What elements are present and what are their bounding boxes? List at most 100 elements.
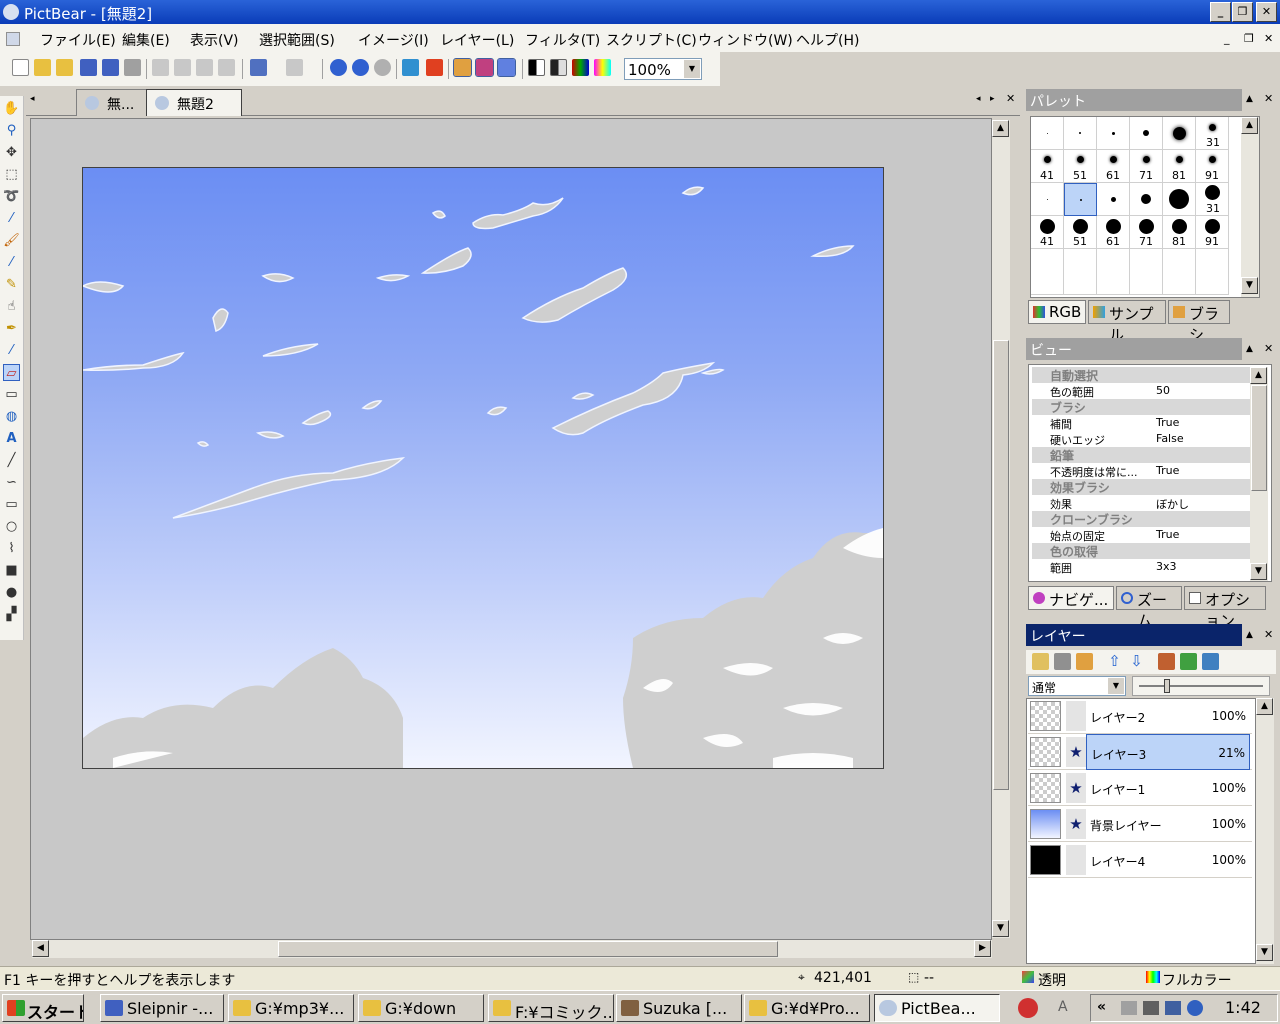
- cat-color-pick[interactable]: 色の取得: [1032, 543, 1250, 559]
- open-icon[interactable]: [34, 59, 51, 76]
- line-icon[interactable]: ╱: [3, 452, 20, 469]
- mdi-close-icon[interactable]: ✕: [1264, 32, 1273, 45]
- tab-close-icon[interactable]: ✕: [1006, 92, 1015, 105]
- brush-cell[interactable]: 51: [1064, 150, 1097, 183]
- filled-rectangle-icon[interactable]: ■: [3, 562, 20, 579]
- prop-row[interactable]: 始点の固定 True: [1046, 527, 1250, 543]
- mdi-restore-icon[interactable]: ❐: [1244, 32, 1254, 45]
- star-icon[interactable]: ★: [1066, 737, 1086, 767]
- tab-zoom[interactable]: ズーム: [1116, 586, 1182, 630]
- taskbar-item[interactable]: Sleipnir -...: [100, 994, 224, 1022]
- brush-cell[interactable]: [1196, 249, 1229, 295]
- brush-cell[interactable]: [1031, 117, 1064, 150]
- lasso-icon[interactable]: ➰: [3, 188, 20, 205]
- curve-icon[interactable]: ∽: [3, 474, 20, 491]
- panel-pin-icon[interactable]: ▲: [1246, 94, 1253, 104]
- brush-cell[interactable]: 51: [1064, 216, 1097, 249]
- move-layer-up-icon[interactable]: ⇧: [1106, 653, 1123, 670]
- redo-icon[interactable]: [286, 59, 303, 76]
- scroll-left-icon[interactable]: ◀: [32, 940, 49, 957]
- brush-cell[interactable]: 41: [1031, 150, 1064, 183]
- tab-sample[interactable]: サンプル: [1088, 300, 1166, 344]
- layer-icon[interactable]: [426, 59, 443, 76]
- brush-cell[interactable]: [1064, 249, 1097, 295]
- chevron-down-icon[interactable]: ▼: [1108, 678, 1124, 694]
- prop-row[interactable]: 効果 ぼかし: [1046, 495, 1250, 511]
- taskbar-item[interactable]: G:¥down: [358, 994, 484, 1022]
- opacity-slider[interactable]: [1132, 676, 1270, 696]
- paste-icon[interactable]: [196, 59, 213, 76]
- title-bar[interactable]: PictBear - [無題2] _ ❐ ✕: [0, 0, 1280, 24]
- zoom-out-icon[interactable]: [352, 59, 369, 76]
- menu-image[interactable]: イメージ(I): [358, 30, 429, 50]
- scroll-up-icon[interactable]: ▲: [1256, 698, 1273, 715]
- mdi-minimize-icon[interactable]: _: [1224, 32, 1230, 45]
- palette-toggle-icon[interactable]: [453, 58, 472, 77]
- flatten-icon[interactable]: [1202, 653, 1219, 670]
- horizontal-scrollbar[interactable]: ◀ ▶: [32, 940, 992, 958]
- layer-visibility-slot[interactable]: [1066, 701, 1086, 731]
- menu-help[interactable]: ヘルプ(H): [796, 30, 859, 50]
- tab-options[interactable]: オプション: [1184, 586, 1266, 630]
- taskbar-item[interactable]: Suzuka [...: [616, 994, 742, 1022]
- clock[interactable]: 1:42: [1225, 998, 1261, 1017]
- panel-close-icon[interactable]: ✕: [1264, 92, 1273, 105]
- taskbar-item[interactable]: G:¥d¥Pro...: [744, 994, 870, 1022]
- tab-navigator[interactable]: ナビゲ...: [1028, 586, 1114, 610]
- eraser-icon[interactable]: ▱: [3, 364, 20, 381]
- menu-view[interactable]: 表示(V): [190, 30, 239, 50]
- mode-icon-4[interactable]: [594, 59, 611, 76]
- brush-cell[interactable]: 71: [1130, 216, 1163, 249]
- taskbar-item[interactable]: G:¥mp3¥...: [228, 994, 354, 1022]
- rect-select-icon[interactable]: ⬚: [3, 166, 20, 183]
- panel-close-icon[interactable]: ✕: [1264, 628, 1273, 641]
- scroll-down-icon[interactable]: ▼: [1241, 277, 1258, 294]
- menu-layer[interactable]: レイヤー(L): [440, 30, 514, 50]
- maximize-button[interactable]: ❐: [1232, 2, 1253, 22]
- scroll-down-icon[interactable]: ▼: [1250, 563, 1267, 580]
- taskbar-item-active[interactable]: PictBea...: [874, 994, 1000, 1022]
- scroll-down-icon[interactable]: ▼: [1256, 944, 1273, 961]
- brush-cell[interactable]: [1097, 117, 1130, 150]
- ime-icon[interactable]: A: [1058, 999, 1068, 1015]
- brush-cell[interactable]: [1031, 183, 1064, 216]
- brush-cell[interactable]: [1064, 117, 1097, 150]
- horizontal-scroll-thumb[interactable]: [278, 941, 778, 957]
- crop-icon[interactable]: [218, 59, 235, 76]
- move-icon[interactable]: ✥: [3, 144, 20, 161]
- tab-rgb[interactable]: RGB: [1028, 300, 1086, 324]
- menu-file[interactable]: ファイル(E): [40, 30, 116, 50]
- layer-visibility-slot[interactable]: [1066, 845, 1086, 875]
- filled-polygon-icon[interactable]: ▞: [3, 606, 20, 623]
- tab-document-2[interactable]: 無題2: [146, 89, 242, 116]
- scroll-up-icon[interactable]: ▲: [1250, 367, 1267, 384]
- save-all-icon[interactable]: [102, 59, 119, 76]
- mode-icon-1[interactable]: [528, 59, 545, 76]
- tray-icon[interactable]: [1187, 1000, 1203, 1016]
- cat-auto-select[interactable]: 自動選択: [1032, 367, 1250, 383]
- polygon-icon[interactable]: ⌇: [3, 540, 20, 557]
- brush-cell[interactable]: [1163, 249, 1196, 295]
- view-toggle-icon[interactable]: [475, 58, 494, 77]
- layer-row[interactable]: レイヤー2 100%: [1028, 698, 1252, 734]
- copy-icon[interactable]: [174, 59, 191, 76]
- eyedropper-icon[interactable]: ⁄: [3, 342, 20, 359]
- layer-row[interactable]: レイヤー4 100%: [1028, 842, 1252, 878]
- brush-cell[interactable]: [1130, 183, 1163, 216]
- scroll-up-icon[interactable]: ▲: [992, 120, 1009, 137]
- brush-cell[interactable]: [1097, 183, 1130, 216]
- tab-prev-icon[interactable]: ◂: [976, 94, 981, 104]
- image-canvas[interactable]: [82, 167, 884, 769]
- delete-layer-icon[interactable]: [1054, 653, 1071, 670]
- tray-icon[interactable]: [1143, 1001, 1159, 1015]
- tab-brush[interactable]: ブラシ: [1168, 300, 1230, 344]
- palette-scrollbar[interactable]: ▲ ▼: [1241, 117, 1259, 297]
- zoom-tool-icon[interactable]: ⚲: [3, 122, 20, 139]
- cat-clone-brush[interactable]: クローンブラシ: [1032, 511, 1250, 527]
- prop-row[interactable]: 色の範囲 50: [1046, 383, 1250, 399]
- open-folder-icon[interactable]: [56, 59, 73, 76]
- slider-thumb[interactable]: [1164, 679, 1170, 693]
- airbrush-icon[interactable]: ⁄: [3, 254, 20, 271]
- cut-icon[interactable]: [152, 59, 169, 76]
- mode-icon-3[interactable]: [572, 59, 589, 76]
